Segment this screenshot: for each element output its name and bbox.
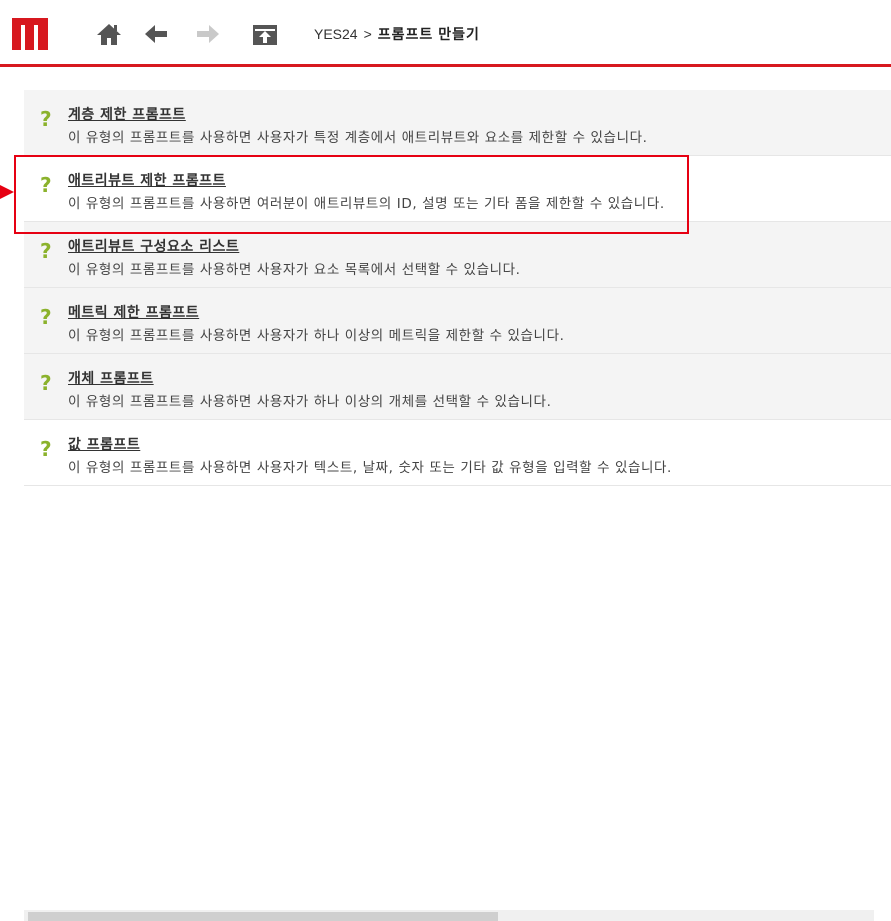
breadcrumb-current: 프롬프트 만들기 (377, 26, 480, 42)
logo-icon[interactable] (12, 18, 48, 50)
prompt-type-description: 이 유형의 프롬프트를 사용하면 여러분이 애트리뷰트의 ID, 설명 또는 기… (68, 196, 665, 212)
prompt-type-link[interactable]: 메트릭 제한 프롬프트 (68, 302, 199, 322)
list-item[interactable]: ? 애트리뷰트 구성요소 리스트 이 유형의 프롬프트를 사용하면 사용자가 요… (24, 222, 891, 288)
breadcrumb: YES24 > 프롬프트 만들기 (314, 20, 480, 48)
prompt-type-link[interactable]: 개체 프롬프트 (68, 368, 154, 388)
prompt-type-link[interactable]: 애트리뷰트 제한 프롬프트 (68, 170, 226, 190)
help-question-icon: ? (40, 107, 52, 131)
forward-arrow-icon[interactable] (195, 22, 221, 46)
up-folder-icon[interactable] (252, 22, 278, 46)
breadcrumb-root[interactable]: YES24 (314, 26, 358, 42)
list-item[interactable]: ? 개체 프롬프트 이 유형의 프롬프트를 사용하면 사용자가 하나 이상의 개… (24, 354, 891, 420)
prompt-type-link[interactable]: 값 프롬프트 (68, 434, 140, 454)
help-question-icon: ? (40, 173, 52, 197)
help-question-icon: ? (40, 437, 52, 461)
help-question-icon: ? (40, 239, 52, 263)
home-icon[interactable] (96, 22, 122, 46)
prompt-type-link[interactable]: 애트리뷰트 구성요소 리스트 (68, 236, 239, 256)
back-arrow-icon[interactable] (143, 22, 169, 46)
prompt-type-description: 이 유형의 프롬프트를 사용하면 사용자가 요소 목록에서 선택할 수 있습니다… (68, 262, 521, 278)
help-question-icon: ? (40, 305, 52, 329)
prompt-type-description: 이 유형의 프롬프트를 사용하면 사용자가 하나 이상의 메트릭을 제한할 수 … (68, 328, 565, 344)
help-question-icon: ? (40, 371, 52, 395)
horizontal-scrollbar[interactable] (24, 910, 874, 921)
scrollbar-thumb[interactable] (28, 912, 498, 921)
breadcrumb-separator: > (363, 26, 372, 42)
prompt-type-description: 이 유형의 프롬프트를 사용하면 사용자가 텍스트, 날짜, 숫자 또는 기타 … (68, 460, 672, 476)
list-item[interactable]: ? 값 프롬프트 이 유형의 프롬프트를 사용하면 사용자가 텍스트, 날짜, … (24, 420, 891, 486)
pointer-arrow-icon (0, 185, 14, 199)
list-item[interactable]: ? 메트릭 제한 프롬프트 이 유형의 프롬프트를 사용하면 사용자가 하나 이… (24, 288, 891, 354)
prompt-type-description: 이 유형의 프롬프트를 사용하면 사용자가 하나 이상의 개체를 선택할 수 있… (68, 394, 552, 410)
prompt-type-link[interactable]: 계층 제한 프롬프트 (68, 104, 186, 124)
prompt-type-description: 이 유형의 프롬프트를 사용하면 사용자가 특정 계층에서 애트리뷰트와 요소를… (68, 130, 648, 146)
prompt-type-list: ? 계층 제한 프롬프트 이 유형의 프롬프트를 사용하면 사용자가 특정 계층… (24, 90, 891, 486)
list-item[interactable]: ? 애트리뷰트 제한 프롬프트 이 유형의 프롬프트를 사용하면 여러분이 애트… (24, 156, 891, 222)
list-item[interactable]: ? 계층 제한 프롬프트 이 유형의 프롬프트를 사용하면 사용자가 특정 계층… (24, 90, 891, 156)
top-toolbar: YES24 > 프롬프트 만들기 (0, 0, 891, 67)
